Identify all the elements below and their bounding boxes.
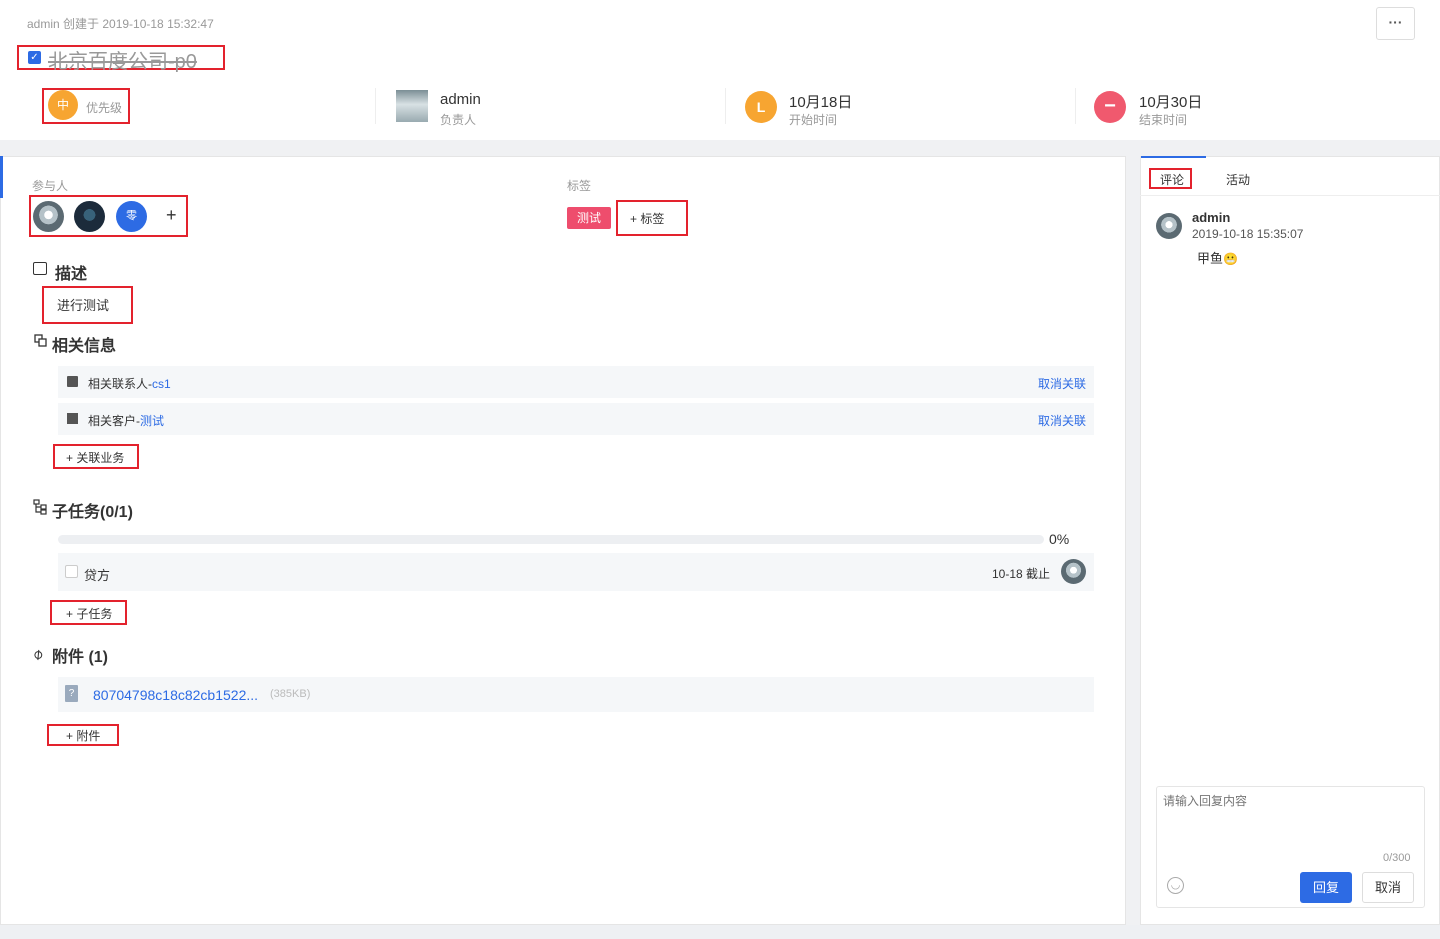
start-date[interactable]: 10月18日: [789, 91, 852, 112]
attachment-name[interactable]: 80704798c18c82cb1522...: [93, 687, 258, 703]
participant-avatar[interactable]: [74, 201, 105, 232]
reply-submit-button[interactable]: 回复: [1300, 872, 1352, 903]
subtask-due[interactable]: 10-18 截止: [992, 565, 1050, 582]
subtask-assignee-avatar[interactable]: [1061, 559, 1086, 584]
reply-char-counter: 0/300: [1383, 852, 1411, 864]
unlink-button[interactable]: 取消关联: [1038, 375, 1086, 392]
comment-user: admin: [1192, 210, 1231, 225]
tab-activity[interactable]: 活动: [1226, 171, 1250, 188]
end-date[interactable]: 10月30日: [1139, 91, 1202, 112]
participant-avatar[interactable]: [33, 201, 64, 232]
owner-avatar[interactable]: [396, 90, 428, 122]
subtask-icon: [33, 499, 47, 515]
add-tag-button[interactable]: + 标签: [630, 210, 664, 227]
divider: [375, 88, 376, 124]
related-link[interactable]: cs1: [152, 377, 171, 391]
participant-avatar[interactable]: 零: [116, 201, 147, 232]
comment-avatar[interactable]: [1156, 213, 1182, 239]
file-icon: ?: [65, 685, 78, 702]
subtask-progress-bar: [58, 535, 1044, 544]
subtask-name[interactable]: 贷方: [84, 565, 110, 584]
related-row: [58, 403, 1094, 435]
customer-icon: [67, 413, 78, 424]
start-label: 开始时间: [789, 113, 838, 127]
end-label: 结束时间: [1139, 113, 1188, 127]
priority-badge[interactable]: 中: [48, 90, 78, 120]
attachment-size: (385KB): [270, 688, 311, 700]
grimace-emoji-icon: 😬: [1223, 252, 1238, 266]
tags-label: 标签: [567, 179, 592, 193]
more-button[interactable]: ···: [1376, 7, 1415, 40]
task-complete-checkbox[interactable]: ✓: [28, 51, 41, 64]
description-title: 描述: [55, 266, 88, 283]
contact-icon: [67, 376, 78, 387]
attachments-title: 附件 (1): [52, 649, 109, 666]
owner-label: 负责人: [440, 113, 477, 127]
add-attachment-button[interactable]: + 附件: [66, 727, 100, 744]
add-subtask-button[interactable]: + 子任务: [66, 605, 112, 622]
related-link[interactable]: 测试: [140, 414, 164, 428]
divider: [1075, 88, 1076, 124]
tabs-divider: [1140, 195, 1440, 196]
participants-label: 参与人: [32, 179, 69, 193]
active-tab-indicator: [1141, 156, 1206, 158]
related-item[interactable]: 相关联系人-cs1: [88, 375, 171, 392]
tab-comments[interactable]: 评论: [1160, 171, 1184, 188]
comment-text: 甲鱼😬: [1197, 251, 1238, 266]
add-relation-button[interactable]: + 关联业务: [66, 449, 124, 466]
description-text[interactable]: 进行测试: [57, 295, 109, 314]
related-icon: [34, 334, 47, 347]
subtask-row: [58, 553, 1094, 591]
related-row: [58, 366, 1094, 398]
add-participant-button[interactable]: +: [166, 205, 177, 226]
subtask-checkbox[interactable]: [65, 565, 78, 578]
subtask-progress-text: 0%: [1049, 531, 1070, 547]
subtasks-title: 子任务(0/1): [52, 504, 133, 521]
related-item[interactable]: 相关客户-测试: [88, 412, 164, 429]
related-title: 相关信息: [52, 338, 117, 355]
reply-cancel-button[interactable]: 取消: [1362, 872, 1414, 903]
end-time-icon: −: [1094, 91, 1126, 123]
task-title[interactable]: 北京百度公司-p0: [48, 45, 197, 74]
unlink-button[interactable]: 取消关联: [1038, 412, 1086, 429]
tag-chip[interactable]: 测试: [567, 207, 611, 229]
active-indicator: [0, 156, 3, 198]
priority-label: 优先级: [86, 101, 123, 115]
bottom-strip: [0, 925, 1440, 939]
reply-input[interactable]: [1163, 792, 1418, 846]
task-header: [0, 0, 1440, 140]
task-meta: admin 创建于 2019-10-18 15:32:47: [27, 17, 214, 31]
start-time-icon: L: [745, 91, 777, 123]
comment-time: 2019-10-18 15:35:07: [1192, 227, 1304, 241]
divider: [725, 88, 726, 124]
emoji-picker-icon[interactable]: ◡: [1167, 877, 1184, 894]
edit-icon: [33, 262, 47, 275]
owner-name[interactable]: admin: [440, 91, 481, 108]
